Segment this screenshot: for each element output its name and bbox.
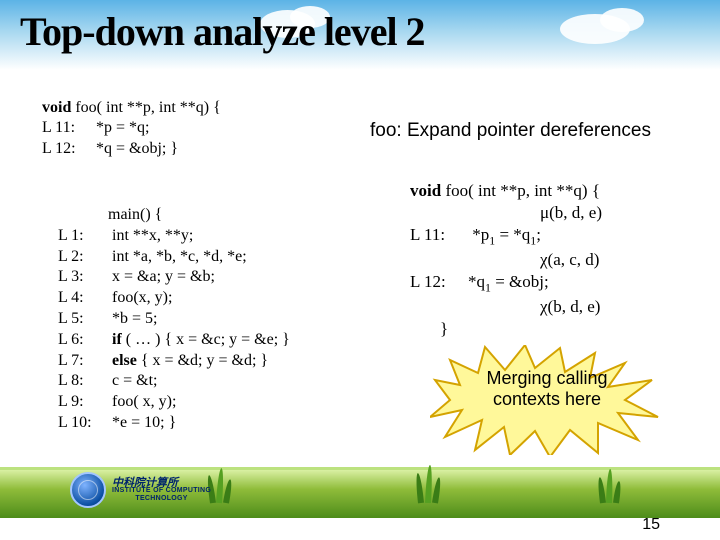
line-label: L 11: [42,118,92,138]
keyword-void: void [42,99,71,116]
code-text: { x = &d; y = &d; } [137,352,268,369]
line-label: L 10: [58,413,108,434]
code-text: *q1 = &obj; [468,272,549,291]
code-text: x = &a; y = &b; [112,268,215,285]
code-text: *q = &obj; } [96,140,178,157]
main-signature: main() { [58,205,290,226]
mu-annotation: μ(b, d, e) [410,202,602,224]
line-label: L 3: [58,267,108,288]
line-label: L 5: [58,309,108,330]
keyword-void: void [410,181,441,200]
code-text: *e = 10; } [112,414,176,431]
line-label: L 12: [42,139,92,159]
line-label: L 11: [410,224,468,246]
chi-annotation: χ(b, d, e) [410,296,602,318]
line-label: L 7: [58,351,108,372]
code-text: foo(x, y); [112,289,172,306]
foo-code-block: void foo( int **p, int **q) { L 11: *p =… [42,98,221,159]
line-label: L 4: [58,288,108,309]
foo-expanded-block: void foo( int **p, int **q) { μ(b, d, e)… [410,180,602,340]
code-text: *p = *q; [96,119,149,136]
keyword-if: if [112,331,122,348]
code-text: foo( x, y); [112,393,176,410]
background-grass [0,467,720,518]
background-footer-strip [0,518,720,540]
line-label: L 2: [58,247,108,268]
keyword-else: else [112,352,137,369]
line-label: L 6: [58,330,108,351]
chi-annotation: χ(a, c, d) [410,249,602,271]
close-brace: } [410,318,602,340]
code-text: ( … ) { x = &c; y = &e; } [122,331,290,348]
page-number: 15 [642,516,660,534]
code-text: int *a, *b, *c, *d, *e; [112,248,247,265]
code-text: *p1 = *q1; [472,225,541,244]
foo-note: foo: Expand pointer dereferences [370,120,651,142]
cloud-decoration [600,8,644,32]
slide-title: Top-down analyze level 2 [20,8,425,55]
institute-logo-icon [70,472,106,508]
foo-expanded-signature: void foo( int **p, int **q) { [410,180,602,202]
code-text: *b = 5; [112,310,157,327]
line-label: L 12: [410,271,468,293]
code-text: c = &t; [112,372,157,389]
foo-signature: void foo( int **p, int **q) { [42,98,221,118]
line-label: L 8: [58,371,108,392]
starburst-text: Merging callingcontexts here [462,368,632,409]
line-label: L 1: [58,226,108,247]
institute-name-english: INSTITUTE OF COMPUTINGTECHNOLOGY [112,487,211,502]
line-label: L 9: [58,392,108,413]
code-text: int **x, **y; [112,227,193,244]
main-code-block: main() { L 1: int **x, **y; L 2: int *a,… [58,205,290,434]
